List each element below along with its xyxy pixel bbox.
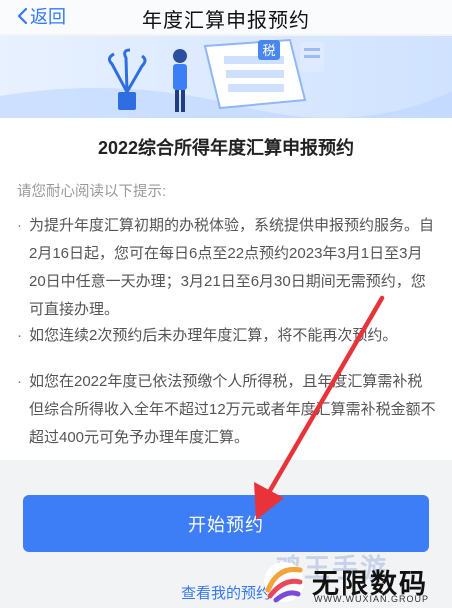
nav-bar: 返回 年度汇算申报预约 (0, 0, 452, 34)
phone-illustration-icon (203, 38, 307, 110)
card-title: 2022综合所得年度汇算申报预约 (97, 138, 355, 158)
notice-item: 如您连续2次预约后未办理年度汇算，将不能再次预约。 (17, 322, 437, 350)
page-title: 年度汇算申报预约 (142, 10, 310, 32)
hint-text: 请您耐心阅读以下提示: (17, 184, 167, 200)
watermark-logo-icon (264, 562, 304, 603)
notice-item: 如您在2022年度已依法预缴个人所得税，且年度汇算需补税但综合所得收入全年不超过… (17, 368, 437, 452)
watermark: 无限数码 WWW.WUXIAN.GROUP (262, 560, 448, 606)
banner-illustration: 税 (0, 36, 452, 118)
watermark-url: WWW.WUXIAN.GROUP (314, 594, 429, 604)
notice-item: 为提升年度汇算初期的办税体验，系统提供申报预约服务。自2月16日起，您可在每日6… (17, 212, 437, 324)
start-appointment-button[interactable]: 开始预约 (23, 495, 429, 552)
notice-card: 2022综合所得年度汇算申报预约 请您耐心阅读以下提示: 为提升年度汇算初期的办… (0, 118, 452, 460)
tax-badge-text: 税 (262, 44, 275, 59)
